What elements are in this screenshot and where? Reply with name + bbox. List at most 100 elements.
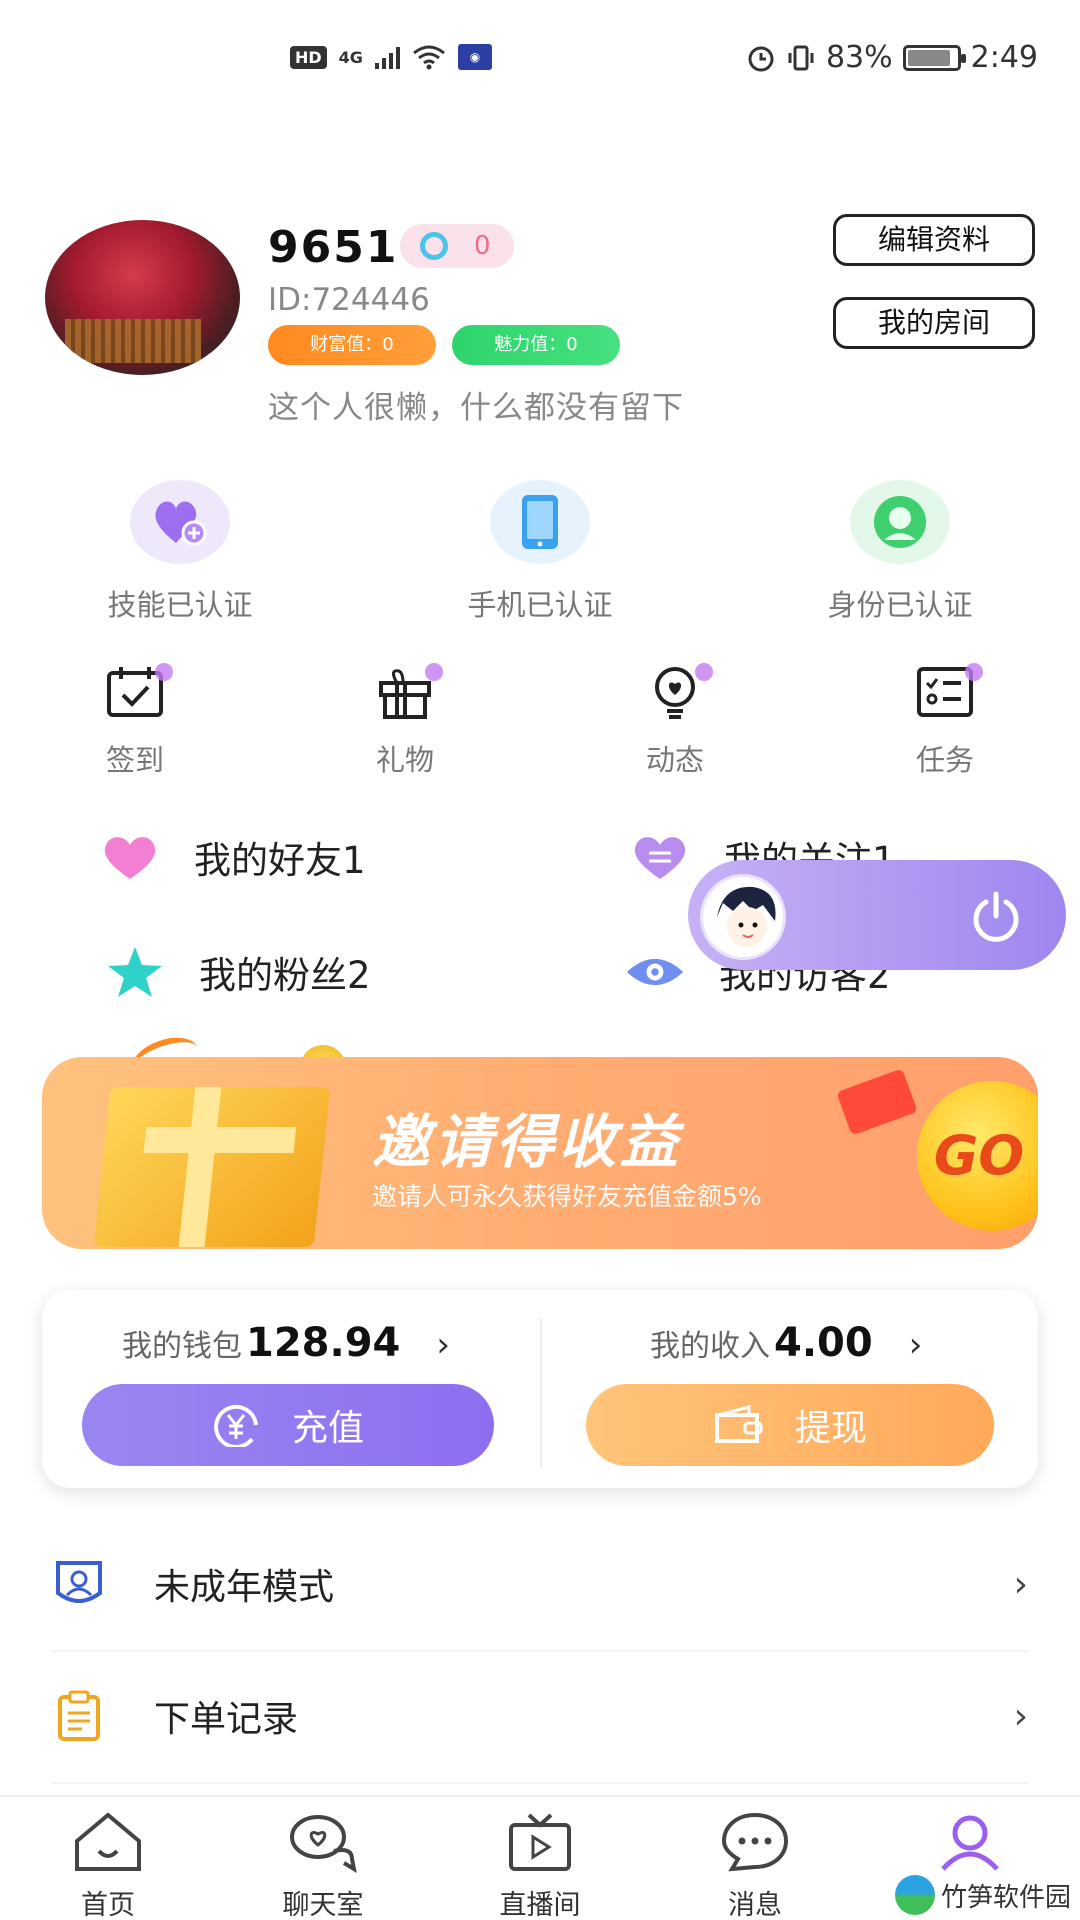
tab-me[interactable] <box>905 1811 1035 1883</box>
phone-icon <box>522 495 558 549</box>
income-label: 我的收入 <box>650 1329 770 1364</box>
list-divider <box>52 1782 1028 1784</box>
invite-banner[interactable]: 邀请得收益 邀请人可永久获得好友充值金额5% GO <box>42 1057 1038 1249</box>
moments-action[interactable]: 动态 <box>595 663 755 779</box>
wallet-card: 我的钱包 128.94 › 我的收入 4.00 › 充值 提现 <box>42 1290 1038 1488</box>
my-friends-link[interactable]: 我的好友1 <box>100 830 366 884</box>
my-fans-label: 我的粉丝2 <box>199 954 371 997</box>
vibrate-icon <box>788 45 814 70</box>
minor-mode-row[interactable]: 未成年模式 › <box>0 1518 1080 1650</box>
id-verified-label: 身份已认证 <box>827 588 973 622</box>
heart-plus-icon <box>155 501 207 546</box>
tab-chatroom-label: 聊天室 <box>282 1890 364 1920</box>
floating-widget[interactable] <box>688 860 1066 970</box>
heart-swap-icon <box>634 837 686 879</box>
watermark-logo-icon <box>895 1875 935 1915</box>
income-row[interactable]: 我的收入 4.00 › <box>650 1320 922 1366</box>
app-notification-icon: ◉ <box>457 44 492 70</box>
status-right: 83% 2:49 <box>746 40 1038 75</box>
floating-avatar[interactable] <box>700 874 786 960</box>
skill-verified[interactable]: 技能已认证 <box>60 480 300 624</box>
hd-badge: HD <box>290 45 327 69</box>
tab-messages-label: 消息 <box>728 1890 782 1920</box>
chevron-right-icon: › <box>908 1325 923 1365</box>
person-icon <box>874 496 926 548</box>
my-friends-label: 我的好友1 <box>194 839 366 882</box>
eye-icon <box>626 958 684 986</box>
watermark-text: 竹笋软件园 <box>941 1882 1072 1913</box>
tab-live-label: 直播间 <box>499 1890 581 1920</box>
wallet-label: 我的钱包 <box>122 1329 242 1364</box>
battery-percent: 83% <box>825 40 893 75</box>
banner-title: 邀请得收益 <box>372 1108 683 1176</box>
message-icon <box>721 1812 789 1872</box>
user-id: ID:724446 <box>268 282 430 318</box>
network-type: 4G <box>338 47 363 67</box>
order-records-label: 下单记录 <box>154 1699 299 1740</box>
tab-chatroom[interactable]: 聊天室 <box>258 1811 388 1920</box>
charm-badge: 魅力值：0 <box>452 325 620 365</box>
chat-icon <box>290 1815 357 1874</box>
moments-label: 动态 <box>645 743 704 777</box>
user-icon <box>941 1815 999 1871</box>
tab-messages[interactable]: 消息 <box>690 1811 820 1920</box>
chevron-right-icon: › <box>1013 1563 1028 1605</box>
tv-icon <box>509 1813 571 1871</box>
status-bar: HD 4G ◉ 83% 2:49 <box>0 0 1080 120</box>
tasks-label: 任务 <box>915 743 974 777</box>
banner-subtitle: 邀请人可永久获得好友充值金额5% <box>372 1182 762 1211</box>
tasks-action[interactable]: 任务 <box>865 663 1025 779</box>
red-envelope-icon <box>836 1068 918 1136</box>
tab-home-label: 首页 <box>81 1890 135 1920</box>
tab-home[interactable]: 首页 <box>43 1811 173 1920</box>
gift-label: 礼物 <box>375 743 434 777</box>
order-records-row[interactable]: 下单记录 › <box>0 1650 1080 1782</box>
nickname: 9651 <box>268 222 399 273</box>
minor-mode-label: 未成年模式 <box>154 1567 335 1608</box>
bio-text: 这个人很懒，什么都没有留下 <box>268 390 684 426</box>
wallet-icon <box>714 1405 763 1443</box>
recharge-button[interactable]: 充值 <box>82 1384 494 1466</box>
clipboard-icon <box>58 1690 100 1741</box>
phone-verified[interactable]: 手机已认证 <box>420 480 660 624</box>
watermark: 竹笋软件园 <box>895 1875 1071 1915</box>
wallet-divider <box>540 1318 542 1468</box>
my-fans-link[interactable]: 我的粉丝2 <box>105 945 371 999</box>
withdraw-label: 提现 <box>794 1408 867 1449</box>
income-amount: 4.00 <box>774 1320 873 1366</box>
my-room-button[interactable]: 我的房间 <box>833 297 1035 349</box>
pink-heart-icon <box>104 837 156 879</box>
clock: 2:49 <box>970 40 1038 75</box>
skill-verified-label: 技能已认证 <box>107 588 253 622</box>
cartoon-avatar-icon <box>717 886 776 947</box>
go-button[interactable]: GO <box>917 1081 1038 1231</box>
home-icon <box>75 1812 141 1871</box>
male-icon <box>420 232 448 260</box>
gift-action[interactable]: 礼物 <box>325 663 485 779</box>
avatar[interactable] <box>45 220 240 375</box>
wallet-amount: 128.94 <box>246 1320 401 1366</box>
chevron-right-icon: › <box>436 1325 450 1365</box>
status-left: HD 4G ◉ <box>290 44 492 70</box>
power-icon[interactable] <box>968 888 1024 944</box>
shield-user-icon <box>56 1561 102 1603</box>
signal-icon <box>374 45 400 69</box>
checkin-action[interactable]: 签到 <box>55 663 215 779</box>
wealth-badge: 财富值：0 <box>268 325 436 365</box>
phone-verified-label: 手机已认证 <box>467 588 613 622</box>
battery-icon <box>902 44 966 71</box>
recharge-label: 充值 <box>291 1408 364 1449</box>
edit-profile-button[interactable]: 编辑资料 <box>833 214 1035 266</box>
tab-live[interactable]: 直播间 <box>475 1811 605 1920</box>
alarm-icon <box>748 46 774 71</box>
gender-badge: 0 <box>400 224 514 268</box>
wifi-icon <box>413 45 445 70</box>
gift-box-illustration <box>93 1087 331 1247</box>
yuan-icon <box>214 1404 258 1447</box>
withdraw-button[interactable]: 提现 <box>586 1384 994 1466</box>
chevron-right-icon: › <box>1013 1695 1028 1737</box>
star-icon <box>108 947 162 997</box>
checkin-label: 签到 <box>105 743 164 777</box>
id-verified[interactable]: 身份已认证 <box>780 480 1020 624</box>
wallet-balance-row[interactable]: 我的钱包 128.94 › <box>122 1320 450 1366</box>
